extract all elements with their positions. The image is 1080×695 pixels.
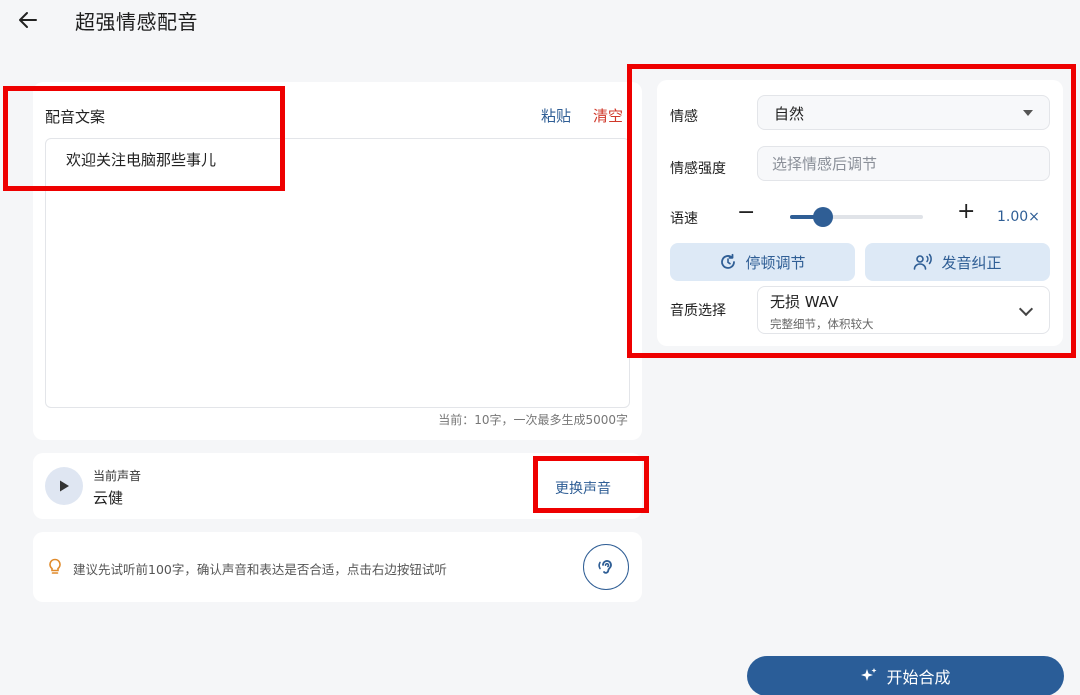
quality-subtitle: 完整细节，体积较大 (770, 317, 874, 331)
arrow-left-icon[interactable] (16, 8, 40, 32)
pronunciation-button[interactable]: 发音纠正 (865, 243, 1050, 281)
start-synthesis-button[interactable]: 开始合成 (747, 656, 1064, 695)
start-synthesis-label: 开始合成 (886, 668, 951, 687)
speed-slider-thumb[interactable] (813, 207, 834, 227)
tip-text: 建议先试听前100字，确认声音和表达是否合适，点击右边按钮试听 (73, 562, 447, 577)
intensity-label: 情感强度 (670, 161, 726, 177)
voice-caption: 当前声音 (93, 469, 142, 483)
speed-decrease-button[interactable]: − (737, 202, 757, 226)
quality-title: 无损 WAV (770, 293, 839, 311)
emotion-label: 情感 (670, 109, 698, 125)
play-icon (60, 480, 69, 492)
pause-adjust-label: 停顿调节 (745, 253, 806, 272)
quality-select[interactable]: 无损 WAV 完整细节，体积较大 (757, 286, 1050, 334)
quality-label: 音质选择 (670, 303, 726, 319)
emotion-value: 自然 (774, 105, 805, 123)
tip-card: 建议先试听前100字，确认声音和表达是否合适，点击右边按钮试听 (33, 532, 642, 602)
speed-value: 1.00× (997, 209, 1040, 225)
clear-button[interactable]: 清空 (593, 105, 623, 126)
pause-adjust-button[interactable]: 停顿调节 (670, 243, 855, 281)
voice-name: 云健 (93, 489, 124, 507)
chevron-down-icon (1018, 301, 1034, 317)
caret-down-icon (1023, 110, 1033, 116)
ear-icon (598, 560, 612, 574)
speed-label: 语速 (670, 211, 698, 227)
settings-card: 情感 自然 情感强度 语速 − + 1.00× 停顿调节 发音纠正 音质选择 无… (657, 80, 1063, 346)
speaking-person-icon (914, 253, 933, 270)
page-title: 超强情感配音 (75, 10, 198, 34)
change-voice-button[interactable]: 更换声音 (555, 478, 611, 498)
char-count: 当前：10字，一次最多生成5000字 (438, 413, 628, 427)
voice-card: 当前声音 云健 更换声音 (33, 453, 642, 519)
intensity-input[interactable] (757, 146, 1050, 181)
sparkle-icon (861, 668, 877, 681)
paste-button[interactable]: 粘贴 (541, 105, 571, 126)
play-button[interactable] (45, 467, 83, 505)
script-label: 配音文案 (45, 108, 106, 126)
listen-button[interactable] (583, 544, 629, 590)
script-card: 配音文案 粘贴 清空 欢迎关注电脑那些事儿 当前：10字，一次最多生成5000字 (33, 82, 642, 440)
script-textarea[interactable]: 欢迎关注电脑那些事儿 (45, 138, 630, 408)
speed-slider[interactable] (790, 207, 923, 227)
speed-increase-button[interactable]: + (957, 200, 977, 224)
lightbulb-icon (49, 558, 61, 574)
emotion-select[interactable]: 自然 (757, 95, 1050, 130)
pronunciation-label: 发音纠正 (941, 253, 1002, 272)
timer-refresh-icon (721, 253, 736, 269)
